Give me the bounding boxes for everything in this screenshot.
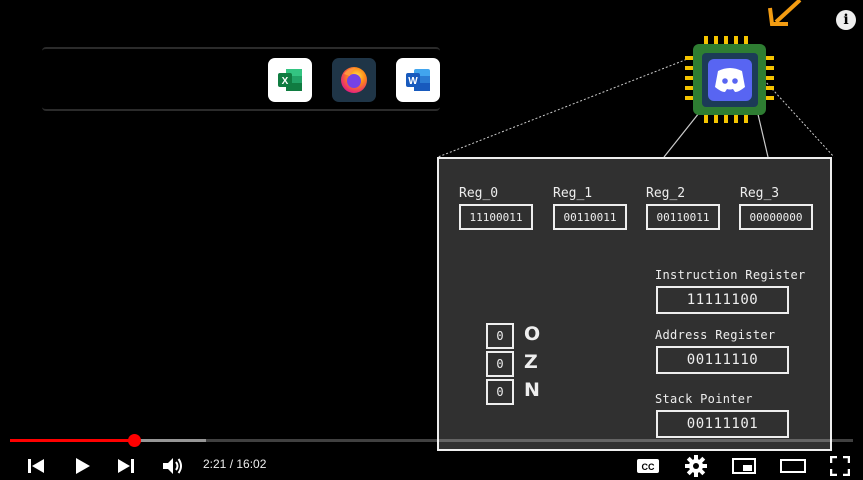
time-display: 2:21 / 16:02 [203,457,267,471]
captions-icon: CC [637,459,659,473]
discord-icon [715,68,745,92]
instruction-register-label: Instruction Register [655,268,806,282]
address-register-value: 00111110 [656,346,789,374]
played-bar [10,439,134,442]
reg-2-value: 00110011 [646,204,720,230]
scrubber-handle[interactable] [127,434,141,447]
reg-2-label: Reg_2 [646,186,686,201]
flag-n-value: 0 [486,379,514,405]
stack-pointer-label: Stack Pointer [655,392,753,406]
cpu-chip [685,36,774,123]
flag-z-value: 0 [486,351,514,377]
captions-button[interactable]: CC [636,455,660,477]
theater-mode-button[interactable] [780,455,806,477]
play-button[interactable] [71,455,93,477]
play-icon [76,458,90,474]
flag-n-letter: N [524,379,540,401]
address-register-label: Address Register [655,328,776,342]
fullscreen-button[interactable] [829,455,851,477]
next-button[interactable] [115,455,137,477]
flag-z-letter: Z [524,351,538,373]
skip-previous-icon [28,459,44,473]
reg-3-label: Reg_3 [740,186,780,201]
svg-text:CC: CC [642,462,655,472]
previous-button[interactable] [25,455,47,477]
video-frame[interactable]: X W i Reg_0 Reg_1 Reg_2 Reg_3 11100011 0… [0,0,863,480]
gear-icon [685,455,707,477]
skip-next-icon [118,459,134,473]
fullscreen-icon [830,456,850,476]
stack-pointer-value: 00111101 [656,410,789,438]
instruction-register-value: 11111100 [656,286,789,314]
volume-icon [163,458,182,474]
miniplayer-button[interactable] [732,455,756,477]
reg-3-value: 00000000 [739,204,813,230]
volume-button[interactable] [160,455,186,477]
reg-1-value: 00110011 [553,204,627,230]
reg-0-label: Reg_0 [459,186,499,201]
reg-0-value: 11100011 [459,204,533,230]
cpu-panel: Reg_0 Reg_1 Reg_2 Reg_3 11100011 0011001… [437,157,832,451]
settings-button[interactable] [685,455,707,477]
flag-o-value: 0 [486,323,514,349]
reg-1-label: Reg_1 [553,186,593,201]
flag-o-letter: O [524,323,541,345]
theater-mode-icon [780,459,806,473]
miniplayer-icon [732,458,756,474]
progress-bar[interactable] [10,434,853,447]
